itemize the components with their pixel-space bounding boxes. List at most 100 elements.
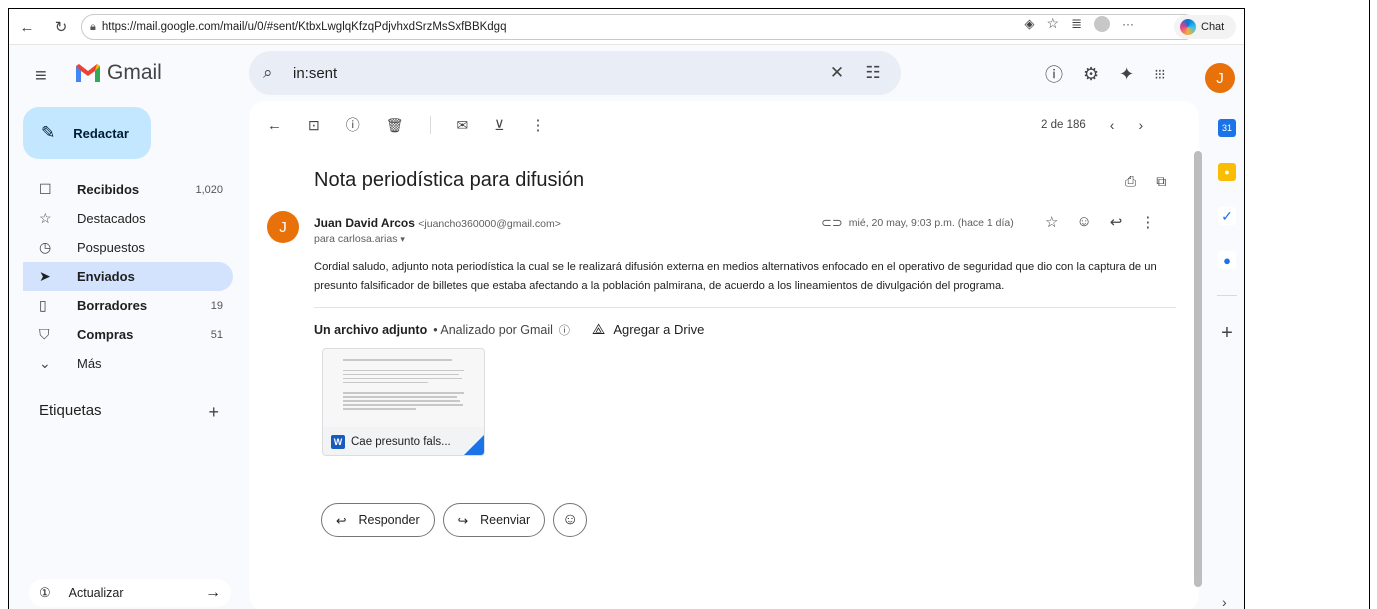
update-button[interactable]: ① Actualizar → [29,579,231,607]
add-to-drive-button[interactable]: ⟁ Agregar a Drive [592,321,704,338]
clear-search-icon[interactable]: ✕ [819,63,855,83]
pager-text: 2 de 186 [1041,119,1086,131]
browser-toolbar: ← ↻ 🔒︎ https://mail.google.com/mail/u/0/… [9,9,1244,45]
sender-name[interactable]: Juan David Arcos [314,216,415,230]
print-icon[interactable]: ⎙ [1125,173,1136,190]
sidebar-item-enviados[interactable]: ➤ Enviados [23,262,233,291]
sidebar-nav: ☐ Recibidos 1,020 ☆ Destacados ◷ Pospues… [23,175,233,378]
account-avatar[interactable]: J [1205,63,1235,93]
sender-email: <juancho360000@gmail.com> [418,218,561,230]
sidebar-item-label: Pospuestos [77,240,145,255]
add-to-drive-label: Agregar a Drive [613,322,705,337]
search-icon[interactable]: ⌕ [263,63,293,83]
sidebar-item-pospuestos[interactable]: ◷ Pospuestos [23,233,233,262]
forward-label: Reenviar [480,513,531,527]
attachment-clip-icon: ⊂⊃ [821,215,843,230]
search-input[interactable]: in:sent [293,65,819,82]
reload-icon[interactable]: ↻ [49,15,73,39]
sidebar-item-label: Recibidos [77,182,140,197]
add-label-icon[interactable]: + [208,402,219,423]
contacts-icon[interactable]: ● [1218,251,1236,269]
calendar-icon[interactable]: 31 [1218,119,1236,137]
shopping-bag-icon: ⛉ [39,326,50,342]
header-actions: ⓘ ⚙ ✦ ⁝⁝⁝ [1045,61,1166,87]
mark-unread-icon[interactable]: ✉ [457,117,469,134]
prev-message-icon[interactable]: ‹ [1110,117,1115,133]
emoji-button[interactable]: ☺ [553,503,588,537]
more-options-icon[interactable]: ··· [1122,17,1134,31]
help-icon[interactable]: ⓘ [1045,61,1063,87]
attachment-preview [323,349,484,427]
report-spam-icon[interactable]: ⓘ [346,115,360,135]
message-toolbar: ← ⊡ ⓘ 🗑︎ ✉ ⊻ ⋮ [267,115,546,135]
collections-icon[interactable]: ≣ [1071,16,1082,32]
sidebar-item-count: 51 [210,328,223,341]
emoji-reaction-icon[interactable]: ☺ [1076,213,1091,231]
copilot-chat-button[interactable]: Chat [1174,15,1236,39]
update-info-icon: ① [39,585,51,600]
reply-label: Responder [358,513,420,527]
open-new-window-icon[interactable]: ⧉ [1156,173,1166,190]
reply-arrow-icon: ↩ [336,513,347,528]
sidebar-item-compras[interactable]: ⛉ Compras 51 [23,320,233,349]
search-options-icon[interactable]: ☷ [855,63,891,83]
sidebar-item-borradores[interactable]: ▯ Borradores 19 [23,291,233,320]
chat-label: Chat [1201,21,1225,33]
window-border [1369,0,1370,609]
search-bar[interactable]: ⌕ in:sent ✕ ☷ [249,51,901,95]
sender-avatar[interactable]: J [267,211,299,243]
recipient-line[interactable]: para carlosa.arias ▾ [314,233,405,245]
gemini-sparkle-icon[interactable]: ✦ [1119,64,1134,85]
labels-section-header: Etiquetas + [39,402,219,423]
compose-button[interactable]: ✎ Redactar [23,107,151,159]
add-app-icon[interactable]: + [1221,322,1233,345]
next-message-icon[interactable]: › [1138,117,1143,133]
recipient-text: para carlosa.arias [314,233,398,245]
attachment-card[interactable]: W Cae presunto fals... [322,348,485,456]
message-body: Cordial saludo, adjunto nota periodístic… [314,261,1157,292]
settings-gear-icon[interactable]: ⚙ [1083,64,1099,85]
star-message-icon[interactable]: ☆ [1045,213,1058,231]
extension-icon[interactable]: ◈ [1025,16,1035,32]
favorite-star-icon[interactable]: ☆ [1047,15,1060,32]
draft-icon: ▯ [39,297,47,313]
labels-title: Etiquetas [39,402,102,419]
back-to-list-icon[interactable]: ← [267,117,282,134]
move-to-icon[interactable]: ⊻ [494,117,504,134]
back-arrow-icon[interactable]: ← [15,15,39,39]
apps-grid-icon[interactable]: ⁝⁝⁝ [1154,66,1165,83]
attachment-filename: Cae presunto fals... [351,436,451,448]
side-apps-panel: 31 ● ✓ ● + [1213,119,1241,345]
sidebar-item-destacados[interactable]: ☆ Destacados [23,204,233,233]
gmail-logo[interactable]: Gmail [75,61,162,85]
caret-down-icon[interactable]: ▾ [400,234,405,244]
copilot-icon [1180,19,1196,35]
reply-button[interactable]: ↩ Responder [321,503,435,537]
delete-trash-icon[interactable]: 🗑︎ [386,117,404,134]
sidebar-item-mas[interactable]: ⌄ Más [23,349,233,378]
star-icon: ☆ [39,210,52,226]
tasks-icon[interactable]: ✓ [1218,207,1236,225]
chevron-down-icon: ⌄ [39,355,51,371]
sender-line: Juan David Arcos <juancho360000@gmail.co… [314,216,561,230]
main-menu-icon[interactable]: ≡ [35,65,47,88]
sidebar-item-recibidos[interactable]: ☐ Recibidos 1,020 [23,175,233,204]
sidebar-item-label: Destacados [77,211,146,226]
emoji-icon: ☺ [561,511,579,528]
forward-button[interactable]: ↪ Reenviar [442,503,546,537]
subject-actions: ⎙ ⧉ [1125,173,1166,190]
more-actions-icon[interactable]: ⋮ [531,116,546,134]
message-more-icon[interactable]: ⋮ [1140,213,1155,231]
info-icon[interactable]: ⓘ [559,322,570,338]
sidebar-item-label: Borradores [77,298,148,313]
reply-actions: ↩ Responder ↪ Reenviar ☺ [321,503,588,537]
keep-icon[interactable]: ● [1218,163,1236,181]
profile-icon[interactable] [1094,15,1110,32]
reply-icon[interactable]: ↩ [1110,213,1123,231]
sidebar-item-count: 1,020 [195,183,223,196]
archive-icon[interactable]: ⊡ [308,117,320,134]
message-scrollbar[interactable] [1194,151,1202,587]
expand-panel-icon[interactable]: › [1222,594,1227,609]
body-divider [314,307,1176,308]
send-icon: ➤ [39,268,51,284]
